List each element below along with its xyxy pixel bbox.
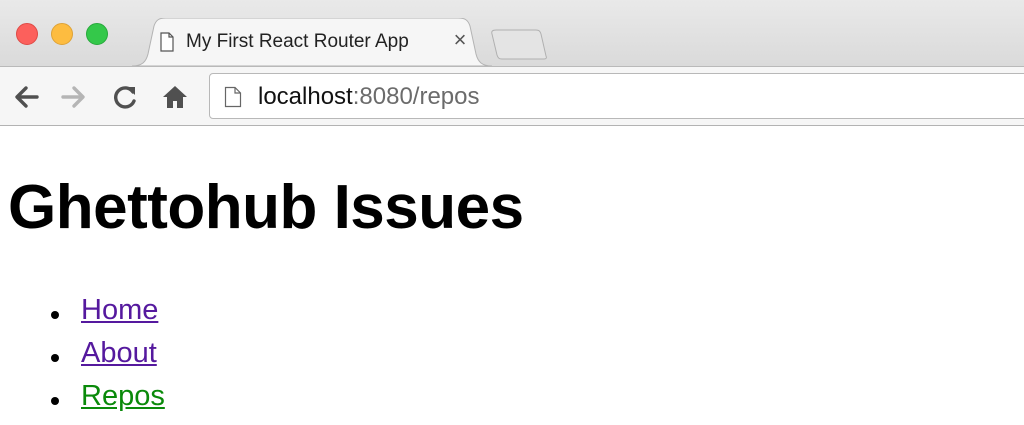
url-host: localhost xyxy=(258,83,353,110)
bullet xyxy=(51,311,59,319)
window-close-button[interactable] xyxy=(16,23,38,45)
bullet xyxy=(51,397,59,405)
new-tab-button[interactable] xyxy=(490,28,550,60)
browser-toolbar: localhost:8080/repos xyxy=(0,66,1024,126)
reload-icon[interactable] xyxy=(110,82,140,112)
home-link[interactable]: Home xyxy=(81,294,158,327)
page-content: Ghettohub Issues Home About Repos xyxy=(0,127,1024,425)
page-icon xyxy=(160,32,174,52)
window-minimize-button[interactable] xyxy=(51,23,73,45)
bullet xyxy=(51,354,59,362)
tab-close-icon[interactable]: × xyxy=(450,29,470,51)
tab-title: My First React Router App xyxy=(186,31,409,52)
home-icon[interactable] xyxy=(160,82,190,112)
address-bar[interactable]: localhost:8080/repos xyxy=(209,73,1024,119)
back-arrow-icon[interactable] xyxy=(11,82,41,112)
page-title: Ghettohub Issues xyxy=(8,173,524,242)
forward-arrow-icon[interactable] xyxy=(59,82,89,112)
tab-strip: My First React Router App × xyxy=(0,0,1024,66)
repos-link[interactable]: Repos xyxy=(81,380,165,413)
about-link[interactable]: About xyxy=(81,337,157,370)
window-zoom-button[interactable] xyxy=(86,23,108,45)
page-info-icon[interactable] xyxy=(224,86,242,108)
url-text[interactable]: localhost:8080/repos xyxy=(258,83,480,111)
active-tab[interactable]: My First React Router App × xyxy=(132,18,492,66)
url-path: :8080/repos xyxy=(352,83,480,110)
